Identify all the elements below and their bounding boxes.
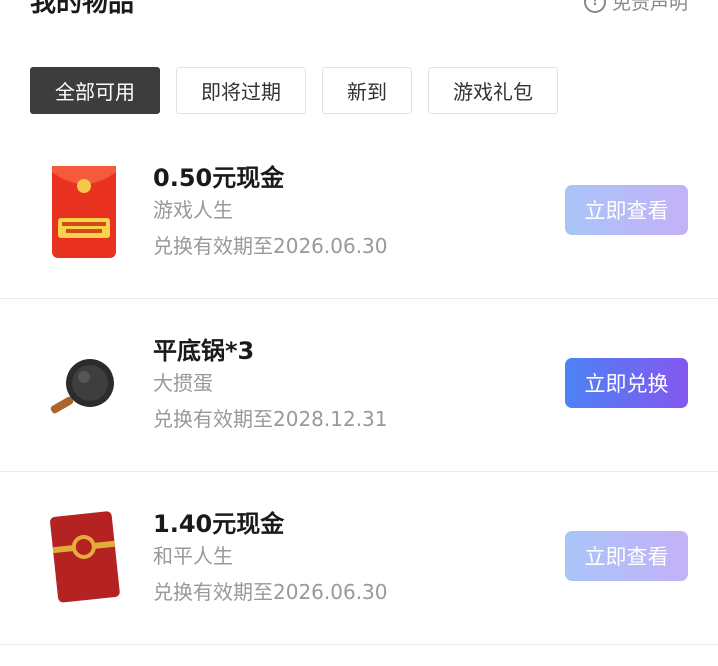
list-item: 平底锅*3 大掼蛋 兑换有效期至2028.12.31 立即兑换 bbox=[0, 299, 718, 472]
item-source: 大掼蛋 bbox=[153, 371, 213, 395]
filter-game-gift-packs[interactable]: 游戏礼包 bbox=[428, 67, 558, 114]
item-title: 平底锅*3 bbox=[153, 337, 255, 365]
filter-all-available[interactable]: 全部可用 bbox=[30, 67, 160, 114]
item-expiry: 兑换有效期至2026.06.30 bbox=[153, 234, 388, 258]
frying-pan-icon bbox=[50, 359, 114, 414]
redeem-now-button[interactable]: 立即兑换 bbox=[565, 358, 688, 408]
list-item: 0.50元现金 游戏人生 兑换有效期至2026.06.30 立即查看 bbox=[0, 126, 718, 299]
filter-expiring-soon[interactable]: 即将过期 bbox=[176, 67, 306, 114]
item-source: 和平人生 bbox=[153, 544, 233, 568]
item-title: 1.40元现金 bbox=[153, 510, 285, 538]
filter-new-arrivals[interactable]: 新到 bbox=[322, 67, 412, 114]
view-now-button[interactable]: 立即查看 bbox=[565, 185, 688, 235]
item-title: 0.50元现金 bbox=[153, 164, 285, 192]
red-envelope-icon bbox=[50, 511, 120, 603]
info-icon: ! bbox=[583, 0, 606, 13]
page-header: 我的物品 ! 免责声明 bbox=[0, 0, 718, 40]
item-source: 游戏人生 bbox=[153, 198, 233, 222]
page-title: 我的物品 bbox=[30, 0, 135, 18]
item-expiry: 兑换有效期至2028.12.31 bbox=[153, 407, 388, 431]
disclaimer-link[interactable]: ! 免责声明 bbox=[583, 0, 688, 15]
filter-bar: 全部可用 即将过期 新到 游戏礼包 bbox=[30, 67, 558, 114]
list-item: 1.40元现金 和平人生 兑换有效期至2026.06.30 立即查看 bbox=[0, 472, 718, 645]
disclaimer-label: 免责声明 bbox=[611, 0, 688, 14]
item-expiry: 兑换有效期至2026.06.30 bbox=[153, 580, 388, 604]
red-envelope-icon bbox=[52, 166, 116, 258]
view-now-button[interactable]: 立即查看 bbox=[565, 531, 688, 581]
